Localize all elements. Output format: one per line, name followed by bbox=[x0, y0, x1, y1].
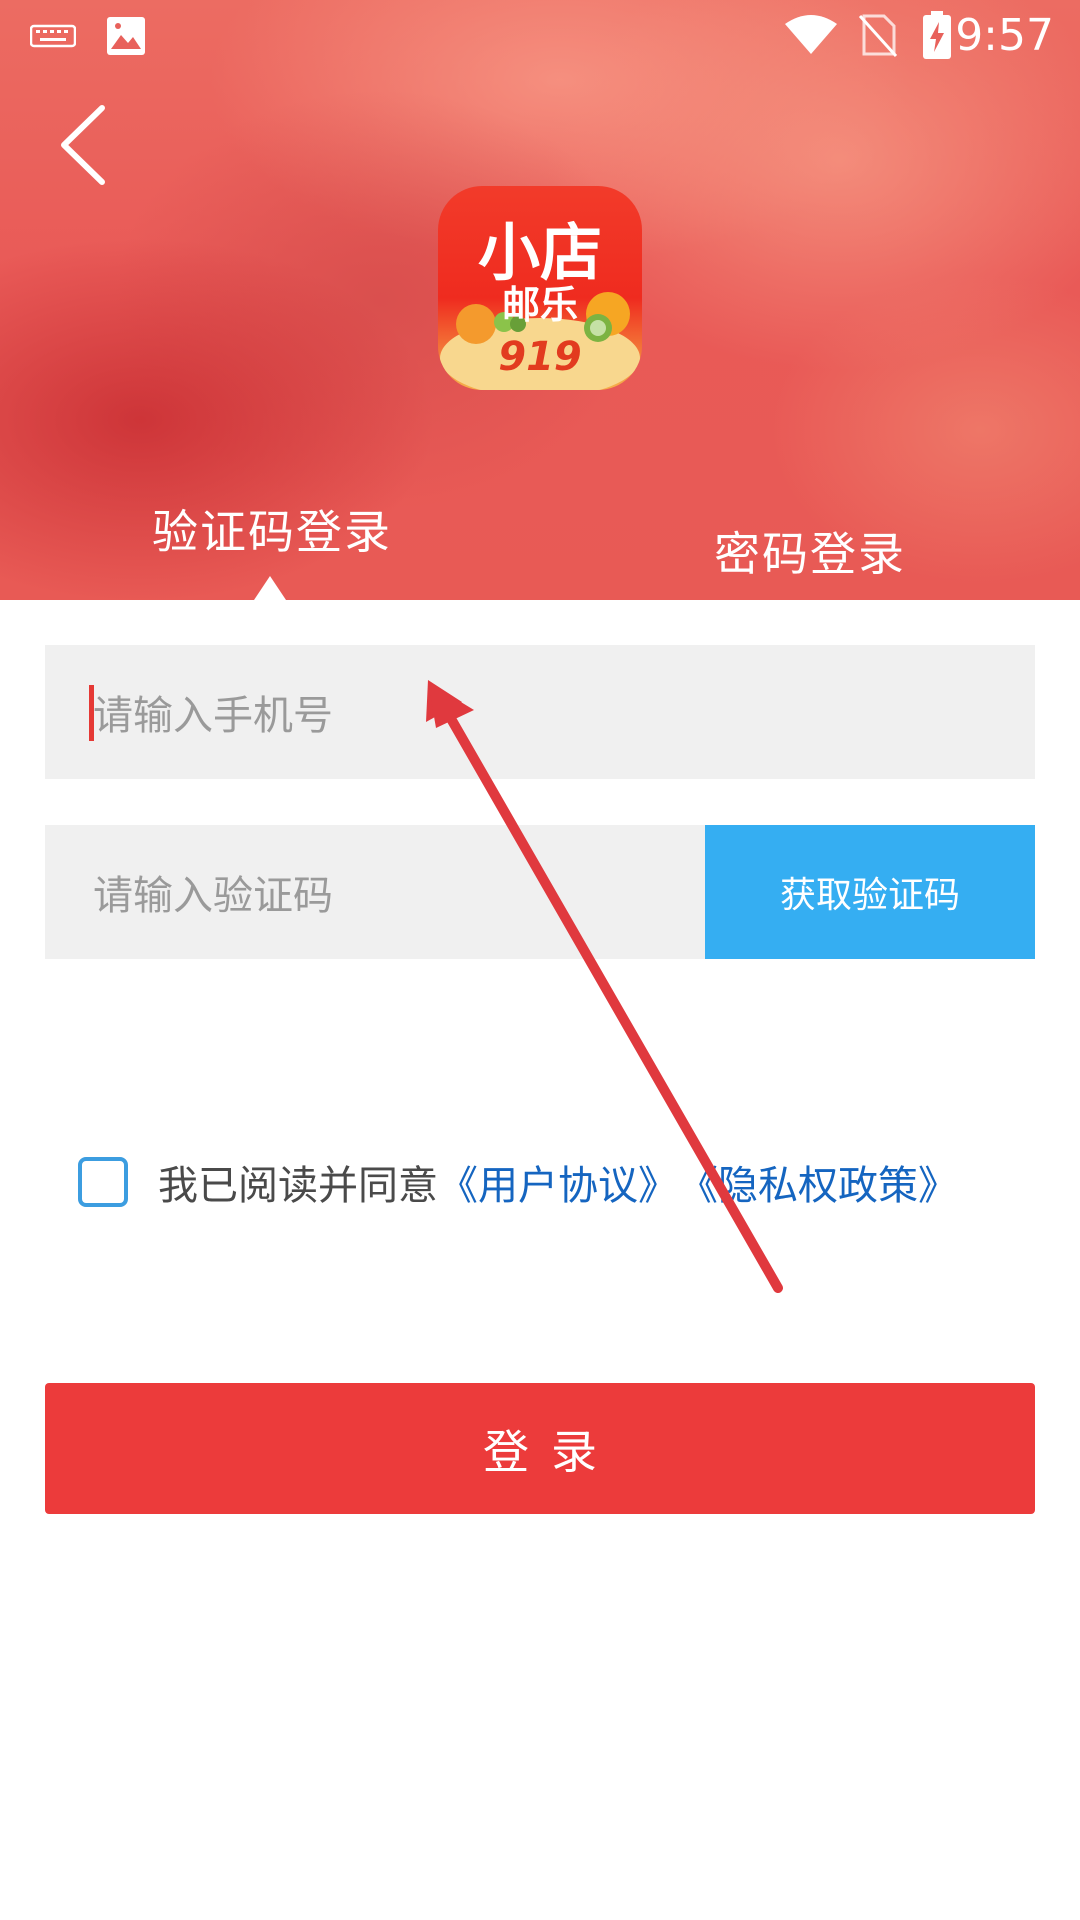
status-bar: 9:57 bbox=[0, 0, 1080, 72]
logo-number: 919 bbox=[498, 334, 582, 380]
image-icon bbox=[106, 16, 146, 60]
chevron-left-icon bbox=[50, 105, 120, 194]
code-placeholder: 请输入验证码 bbox=[93, 873, 333, 919]
header-banner: 9:57 小店 邮乐 919 验证码登录 密码登录 bbox=[0, 0, 1080, 600]
get-code-button[interactable]: 获取验证码 bbox=[705, 825, 1035, 959]
login-button[interactable]: 登录 bbox=[45, 1383, 1035, 1514]
no-sim-icon bbox=[858, 12, 898, 62]
privacy-policy-link[interactable]: 《隐私权政策》 bbox=[678, 1153, 958, 1211]
tab-sms-login[interactable]: 验证码登录 bbox=[152, 496, 392, 562]
phone-input[interactable]: 请输入手机号 bbox=[45, 645, 1035, 779]
agreement-checkbox[interactable] bbox=[78, 1157, 128, 1207]
keyboard-icon bbox=[29, 20, 77, 54]
active-tab-indicator bbox=[254, 576, 286, 600]
agreement-row: 我已阅读并同意 《用户协议》 《隐私权政策》 bbox=[78, 1152, 958, 1212]
login-screen: 9:57 小店 邮乐 919 验证码登录 密码登录 请输入手机号 请输入验证码 … bbox=[0, 0, 1080, 1920]
wifi-icon bbox=[783, 14, 839, 60]
phone-placeholder: 请输入手机号 bbox=[93, 693, 333, 739]
tab-password-login[interactable]: 密码登录 bbox=[714, 518, 906, 584]
battery-charging-icon bbox=[922, 10, 952, 64]
user-agreement-link[interactable]: 《用户协议》 bbox=[438, 1153, 678, 1211]
agreement-text: 我已阅读并同意 bbox=[158, 1163, 438, 1209]
verification-code-input[interactable]: 请输入验证码 bbox=[45, 825, 705, 959]
status-time: 9:57 bbox=[955, 10, 1054, 61]
app-logo: 小店 邮乐 919 bbox=[438, 186, 642, 390]
logo-text-line2: 邮乐 bbox=[501, 283, 578, 327]
back-button[interactable] bbox=[50, 100, 120, 190]
